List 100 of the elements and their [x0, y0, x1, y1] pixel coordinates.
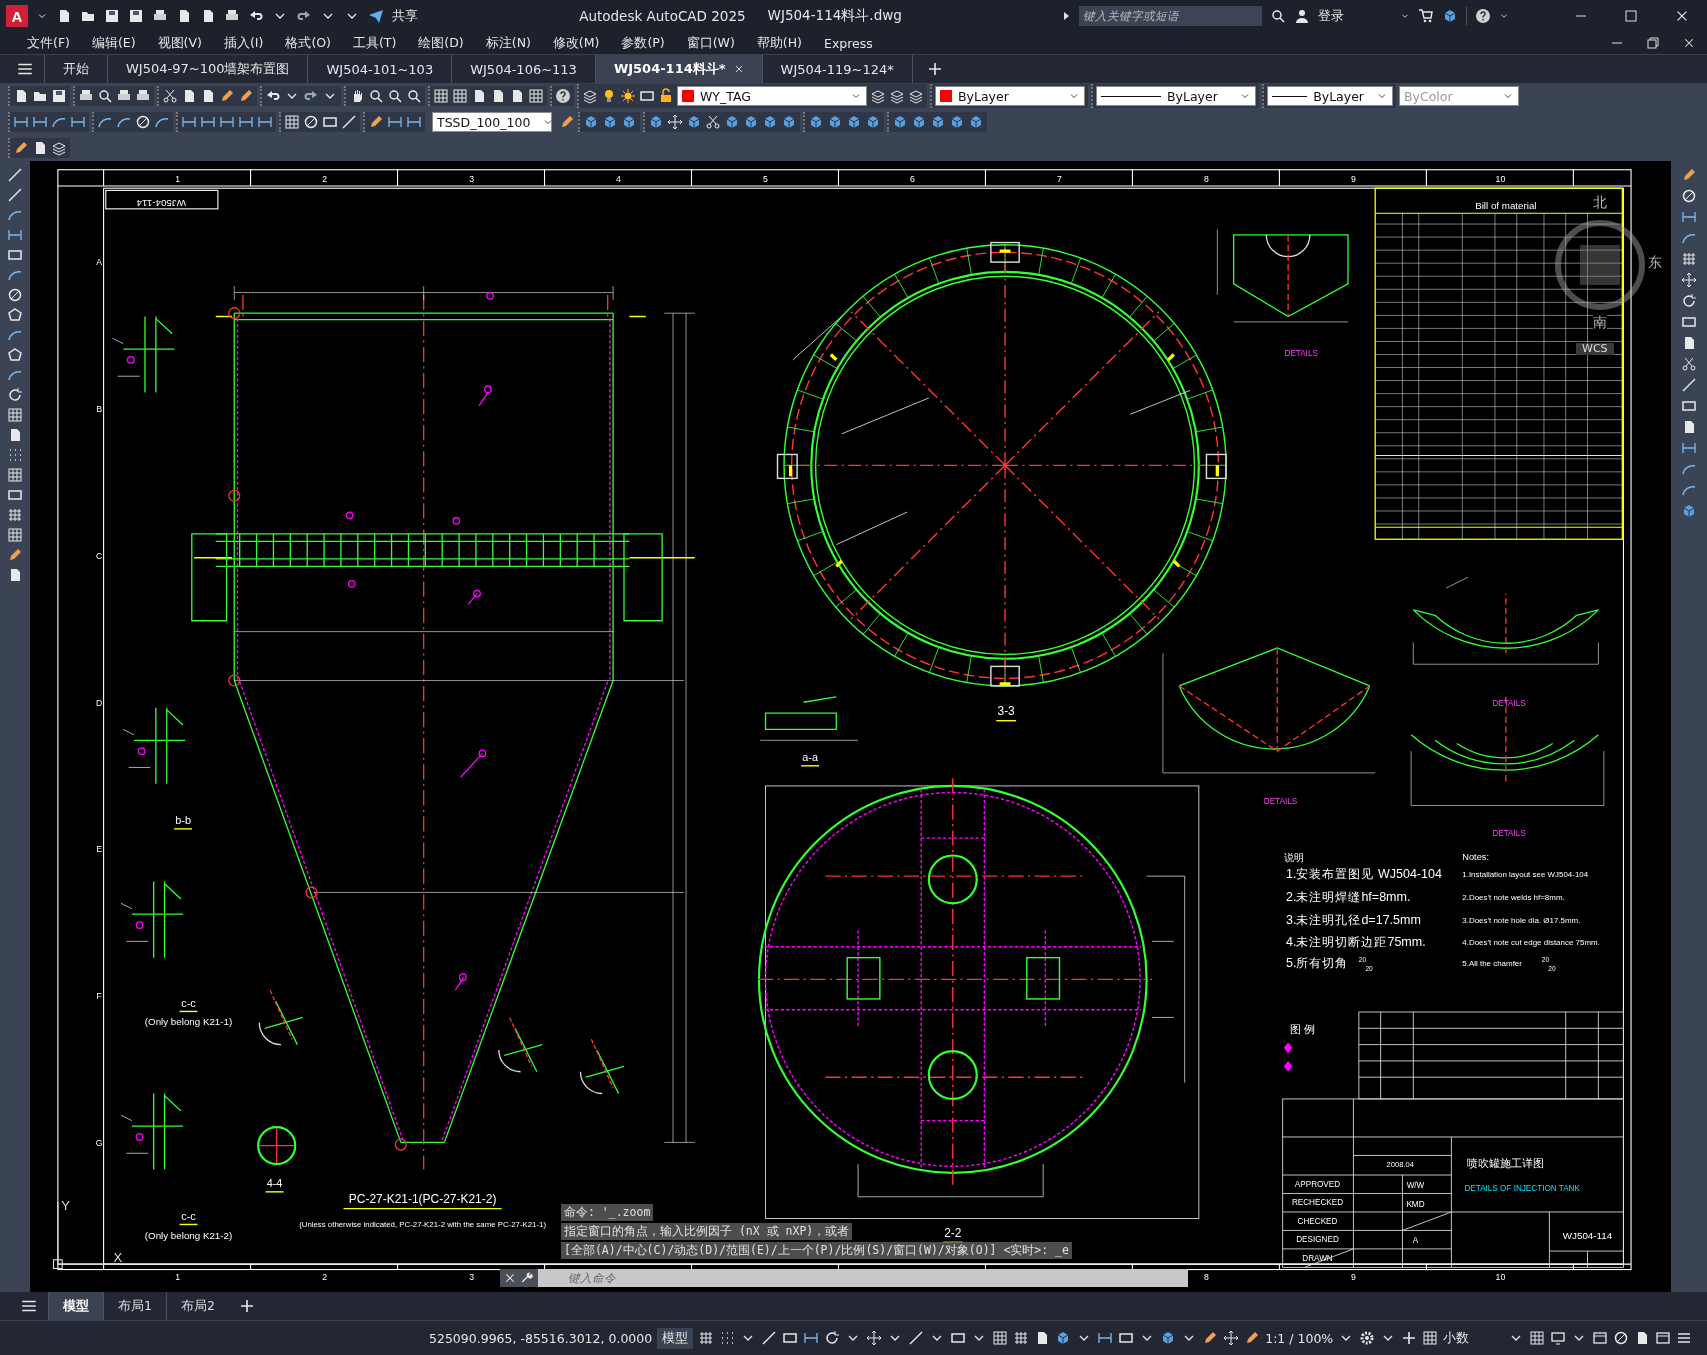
line-icon[interactable] — [7, 167, 23, 183]
circle-icon[interactable] — [135, 114, 151, 130]
viewcube-label[interactable]: 北 — [1593, 195, 1607, 211]
plus-icon[interactable] — [238, 1298, 255, 1314]
layers-icon[interactable] — [889, 88, 905, 104]
restore-icon[interactable] — [1647, 37, 1659, 49]
rectangle-icon[interactable] — [1118, 1330, 1135, 1346]
menu-item[interactable]: 绘图(D) — [407, 34, 475, 52]
dimension-icon[interactable] — [32, 114, 48, 130]
circle-icon[interactable] — [1681, 188, 1697, 204]
polygon-icon[interactable] — [7, 307, 23, 323]
dimension-icon[interactable] — [1681, 440, 1697, 456]
line-icon[interactable] — [7, 187, 23, 203]
line-icon[interactable] — [761, 1330, 778, 1346]
layers-icon[interactable] — [908, 88, 924, 104]
cube-icon[interactable] — [583, 114, 599, 130]
scissors-icon[interactable] — [162, 88, 178, 104]
wcs-menu[interactable]: WCS — [1576, 343, 1614, 356]
grid-icon[interactable] — [1013, 1330, 1030, 1346]
linetype-dropdown[interactable]: ByLayer — [1096, 86, 1256, 106]
polygon-icon[interactable] — [7, 347, 23, 363]
sun-icon[interactable] — [620, 88, 636, 104]
color-dropdown[interactable]: ByLayer — [935, 86, 1085, 106]
rotate-icon[interactable] — [1681, 293, 1697, 309]
table-icon[interactable] — [7, 467, 23, 483]
cube-icon[interactable] — [949, 114, 965, 130]
user-icon[interactable] — [1294, 8, 1310, 24]
rotate-icon[interactable] — [824, 1330, 841, 1346]
plus-icon[interactable] — [926, 61, 943, 77]
pencil-icon[interactable] — [1244, 1330, 1261, 1346]
save-icon[interactable] — [104, 8, 120, 24]
dimension-icon[interactable] — [406, 114, 422, 130]
line-icon[interactable] — [1681, 377, 1697, 393]
help-icon[interactable] — [555, 88, 571, 104]
cube-icon[interactable] — [808, 114, 824, 130]
settings-icon[interactable] — [1359, 1330, 1376, 1346]
menu-item[interactable]: 工具(T) — [341, 34, 408, 52]
menu-item[interactable]: 修改(M) — [541, 34, 611, 52]
layers-icon[interactable] — [870, 88, 886, 104]
zoom-icon[interactable] — [406, 88, 422, 104]
padlock-icon[interactable] — [658, 88, 674, 104]
rectangle-icon[interactable] — [7, 247, 23, 263]
rectangle-icon[interactable] — [950, 1330, 967, 1346]
units-dropdown[interactable]: 小数 — [1443, 1329, 1504, 1347]
cube-icon[interactable] — [911, 114, 927, 130]
layers-icon[interactable] — [582, 88, 598, 104]
menu-item[interactable]: 视图(V) — [146, 34, 213, 52]
table-icon[interactable] — [284, 114, 300, 130]
table-icon[interactable] — [7, 527, 23, 543]
pencil-icon[interactable] — [559, 114, 575, 130]
cube-icon[interactable] — [846, 114, 862, 130]
plus-icon[interactable] — [1401, 1330, 1418, 1346]
paper-plane-icon[interactable] — [368, 8, 384, 24]
cube-icon[interactable] — [930, 114, 946, 130]
menu-item[interactable]: 插入(I) — [212, 34, 275, 52]
file-tab[interactable]: WJ504-114料斗* — [594, 55, 762, 83]
dimension-icon[interactable] — [238, 114, 254, 130]
menu-item[interactable]: Express — [813, 35, 884, 51]
move-arrows-icon[interactable] — [667, 114, 683, 130]
search-field[interactable]: 键入关键字或短语 — [1079, 6, 1262, 26]
circle-icon[interactable] — [1613, 1330, 1630, 1346]
rectangle-icon[interactable] — [322, 114, 338, 130]
menu-item[interactable]: 标注(N) — [474, 34, 542, 52]
dimension-icon[interactable] — [70, 114, 86, 130]
cart-icon[interactable] — [1418, 8, 1434, 24]
dimension-icon[interactable] — [1681, 209, 1697, 225]
sign-in-button[interactable]: 登录 — [1318, 7, 1344, 25]
window-icon[interactable] — [1655, 1330, 1672, 1346]
cube-icon[interactable] — [892, 114, 908, 130]
cube-icon[interactable] — [743, 114, 759, 130]
close-icon[interactable] — [1683, 37, 1695, 49]
table-icon[interactable] — [1422, 1330, 1439, 1346]
dimension-icon[interactable] — [13, 114, 29, 130]
circle-icon[interactable] — [303, 114, 319, 130]
menu-item[interactable]: 编辑(E) — [80, 34, 147, 52]
cube-icon[interactable] — [827, 114, 843, 130]
menu-item[interactable]: 格式(O) — [274, 34, 342, 52]
pencil-icon[interactable] — [219, 88, 235, 104]
help-icon[interactable] — [1475, 8, 1491, 24]
rectangle-icon[interactable] — [782, 1330, 799, 1346]
command-input[interactable]: 键入命令 — [538, 1269, 1188, 1287]
cube-icon[interactable] — [724, 114, 740, 130]
table-icon[interactable] — [528, 88, 544, 104]
model-space-button[interactable]: 模型 — [657, 1327, 694, 1349]
grid-icon[interactable] — [7, 507, 23, 523]
cube-icon[interactable] — [648, 114, 664, 130]
dot-grid-icon[interactable] — [7, 447, 23, 463]
menu-item[interactable]: 窗口(W) — [675, 34, 746, 52]
monitor-icon[interactable] — [1550, 1330, 1567, 1346]
close-icon[interactable] — [733, 64, 744, 74]
save-icon[interactable] — [51, 88, 67, 104]
app-logo[interactable]: A — [6, 5, 28, 27]
move-arrows-icon[interactable] — [866, 1330, 883, 1346]
menu-item[interactable]: 参数(P) — [610, 34, 676, 52]
cube-icon[interactable] — [762, 114, 778, 130]
table-icon[interactable] — [433, 88, 449, 104]
pencil-icon[interactable] — [1202, 1330, 1219, 1346]
table-icon[interactable] — [992, 1330, 1009, 1346]
dimension-icon[interactable] — [219, 114, 235, 130]
zoom-icon[interactable] — [387, 88, 403, 104]
